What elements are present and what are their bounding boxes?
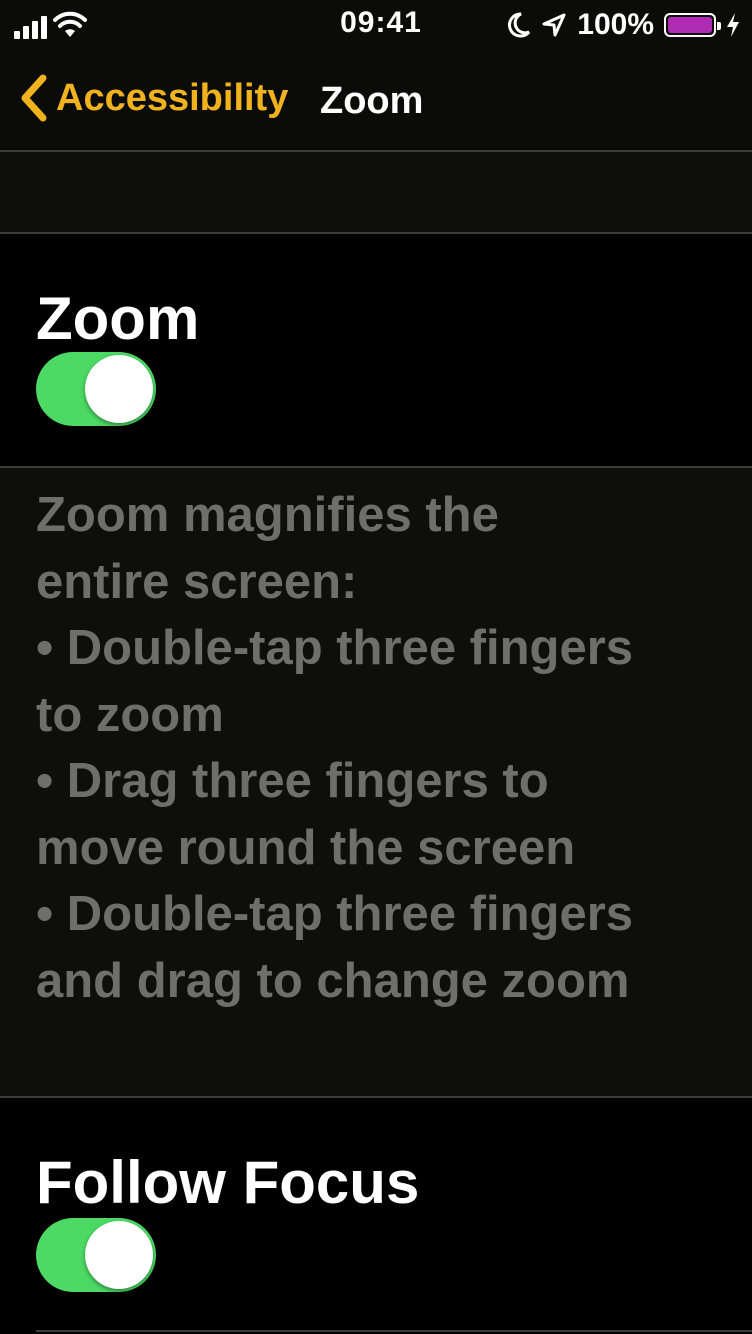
page-title: Zoom: [320, 80, 424, 122]
battery-percent: 100%: [577, 8, 654, 41]
zoom-toggle[interactable]: [36, 352, 156, 426]
location-icon: [542, 13, 566, 37]
battery-icon: [664, 13, 721, 37]
navigation-bar: Accessibility Zoom: [0, 50, 752, 152]
description-line: Zoom magnifies the: [36, 488, 499, 542]
toggle-knob: [85, 1221, 153, 1289]
back-button[interactable]: Accessibility: [18, 74, 288, 122]
description-line: and drag to change zoom: [36, 953, 630, 1008]
description-line: • Double-tap three fingers: [36, 621, 634, 675]
description-line: move round the screen: [36, 820, 576, 875]
description-line: entire screen:: [36, 554, 358, 609]
description-text: Zoom magnifies the entire screen: • Doub…: [36, 482, 736, 1014]
status-bar: 09:41 100%: [0, 0, 752, 50]
chevron-left-icon: [21, 74, 47, 122]
description-line: • Double-tap three fingers: [36, 887, 634, 941]
charging-icon: [727, 13, 739, 37]
toggle-knob: [85, 355, 153, 423]
description-line: to zoom: [36, 687, 224, 742]
zoom-label: Zoom: [36, 285, 200, 352]
moon-icon: [508, 12, 531, 38]
follow-focus-label: Follow Focus: [36, 1149, 420, 1216]
zoom-description: Zoom magnifies the entire screen: • Doub…: [0, 466, 752, 1098]
description-line: • Drag three fingers to: [36, 754, 549, 808]
follow-focus-toggle[interactable]: [36, 1218, 156, 1292]
divider: [36, 1330, 752, 1332]
section-spacer: [0, 152, 752, 234]
zoom-cell: Zoom: [0, 234, 752, 466]
back-label: Accessibility: [56, 76, 289, 119]
follow-focus-cell: Follow Focus: [0, 1100, 752, 1330]
status-right: 100%: [507, 8, 740, 42]
